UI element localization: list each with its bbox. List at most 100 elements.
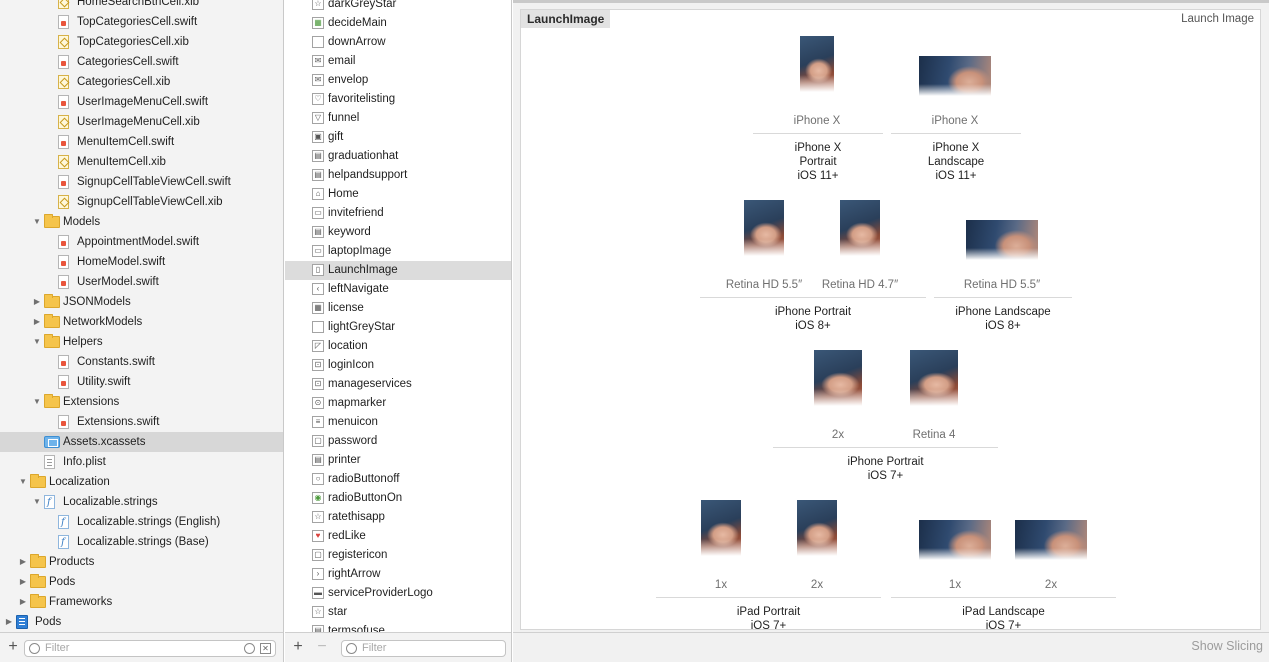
navigator-item-products[interactable]: ▶ Products <box>0 552 283 572</box>
disclosure-expanded-icon[interactable]: ▼ <box>32 212 42 232</box>
launch-image-well[interactable] <box>919 56 991 96</box>
group-title-line: iOS 7+ <box>750 620 787 630</box>
disclosure-expanded-icon[interactable]: ▼ <box>32 392 42 412</box>
navigator-item-pods[interactable]: ▶ Pods <box>0 612 283 632</box>
navigator-item-userimagemenucell-swift[interactable]: UserImageMenuCell.swift <box>0 92 283 112</box>
launch-image-well[interactable] <box>800 36 834 92</box>
navigator-item-helpers[interactable]: ▼ Helpers <box>0 332 283 352</box>
asset-item-decidemain[interactable]: ▦ decideMain <box>285 14 511 33</box>
show-slicing-button[interactable]: Show Slicing <box>1191 639 1263 653</box>
asset-item-loginicon[interactable]: ⊡ loginIcon <box>285 356 511 375</box>
navigator-item-homesearchbtncell-xib[interactable]: HomeSearchBtnCell.xib <box>0 0 283 12</box>
asset-item-helpandsupport[interactable]: ▤ helpandsupport <box>285 166 511 185</box>
asset-item-location[interactable]: ◸ location <box>285 337 511 356</box>
asset-item-funnel[interactable]: ▽ funnel <box>285 109 511 128</box>
navigator-item-localization[interactable]: ▼ Localization <box>0 472 283 492</box>
disclosure-expanded-icon[interactable]: ▼ <box>18 472 28 492</box>
asset-item-darkgreystar[interactable]: ☆ darkGreyStar <box>285 0 511 14</box>
asset-item-rightarrow[interactable]: › rightArrow <box>285 565 511 584</box>
asset-item-star[interactable]: ☆ star <box>285 603 511 622</box>
navigator-item-localizable-strings-base[interactable]: Localizable.strings (Base) <box>0 532 283 553</box>
disclosure-collapsed-icon[interactable]: ▶ <box>4 612 14 632</box>
navigator-item-signupcelltableviewcell-xib[interactable]: SignupCellTableViewCell.xib <box>0 192 283 212</box>
asset-item-keyword[interactable]: ▤ keyword <box>285 223 511 242</box>
launch-image-well[interactable] <box>744 200 784 256</box>
asset-item-manageservices[interactable]: ⊡ manageservices <box>285 375 511 394</box>
recent-files-clock-icon[interactable] <box>244 643 255 654</box>
folder-icon <box>30 574 46 588</box>
navigator-item-topcategoriescell-swift[interactable]: TopCategoriesCell.swift <box>0 12 283 32</box>
navigator-item-assets-xcassets[interactable]: Assets.xcassets <box>0 432 283 452</box>
navigator-item-topcategoriescell-xib[interactable]: TopCategoriesCell.xib <box>0 32 283 52</box>
disclosure-collapsed-icon[interactable]: ▶ <box>18 552 28 572</box>
asset-item-mapmarker[interactable]: ⊙ mapmarker <box>285 394 511 413</box>
remove-asset-button[interactable]: − <box>315 639 329 655</box>
asset-item-radiobuttonoff[interactable]: ○ radioButtonoff <box>285 470 511 489</box>
navigator-item-localizable-strings-english[interactable]: Localizable.strings (English) <box>0 512 283 533</box>
navigator-item-jsonmodels[interactable]: ▶ JSONModels <box>0 292 283 312</box>
navigator-item-frameworks[interactable]: ▶ Frameworks <box>0 592 283 612</box>
launch-image-well[interactable] <box>919 520 991 560</box>
navigator-item-usermodel-swift[interactable]: UserModel.swift <box>0 272 283 292</box>
asset-item-email[interactable]: ✉ email <box>285 52 511 71</box>
launch-image-well[interactable] <box>814 350 862 406</box>
disclosure-expanded-icon[interactable]: ▼ <box>32 332 42 352</box>
launch-image-well[interactable] <box>966 220 1038 260</box>
asset-item-redlike[interactable]: ♥ redLike <box>285 527 511 546</box>
launch-image-well[interactable] <box>797 500 837 556</box>
asset-item-envelop[interactable]: ✉ envelop <box>285 71 511 90</box>
group-title: iPhone Portrait iOS 8+ <box>703 305 923 333</box>
asset-item-graduationhat[interactable]: ▤ graduationhat <box>285 147 511 166</box>
launch-image-well[interactable] <box>910 350 958 406</box>
navigator-filter-field[interactable]: Filter ✕ <box>24 640 276 657</box>
launch-image-well[interactable] <box>1015 520 1087 560</box>
navigator-item-homemodel-swift[interactable]: HomeModel.swift <box>0 252 283 272</box>
asset-item-registericon[interactable]: ▢ registericon <box>285 546 511 565</box>
launch-image-well[interactable] <box>701 500 741 556</box>
navigator-item-localizable-strings[interactable]: ▼ Localizable.strings <box>0 492 283 513</box>
asset-item-serviceproviderlogo[interactable]: ▬ serviceProviderLogo <box>285 584 511 603</box>
asset-item-gift[interactable]: ▣ gift <box>285 128 511 147</box>
navigator-item-signupcelltableviewcell-swift[interactable]: SignupCellTableViewCell.swift <box>0 172 283 192</box>
asset-item-lightgreystar[interactable]: lightGreyStar <box>285 318 511 337</box>
asset-item-launchimage[interactable]: ▯ LaunchImage <box>285 261 511 280</box>
asset-item-favoritelisting[interactable]: ♡ favoritelisting <box>285 90 511 109</box>
asset-filter-field[interactable]: Filter <box>341 640 506 657</box>
disclosure-collapsed-icon[interactable]: ▶ <box>18 572 28 592</box>
disclosure-collapsed-icon[interactable]: ▶ <box>32 312 42 332</box>
disclosure-expanded-icon[interactable]: ▼ <box>32 492 42 512</box>
navigator-item-models[interactable]: ▼ Models <box>0 212 283 232</box>
asset-item-leftnavigate[interactable]: ‹ leftNavigate <box>285 280 511 299</box>
launch-image-well[interactable] <box>840 200 880 256</box>
asset-item-menuicon[interactable]: ≡ menuicon <box>285 413 511 432</box>
asset-item-downarrow[interactable]: downArrow <box>285 33 511 52</box>
navigator-item-networkmodels[interactable]: ▶ NetworkModels <box>0 312 283 332</box>
navigator-item-menuitemcell-swift[interactable]: MenuItemCell.swift <box>0 132 283 152</box>
navigator-item-extensions-swift[interactable]: Extensions.swift <box>0 412 283 432</box>
navigator-item-appointmentmodel-swift[interactable]: AppointmentModel.swift <box>0 232 283 252</box>
asset-item-invitefriend[interactable]: ▭ invitefriend <box>285 204 511 223</box>
navigator-item-userimagemenucell-xib[interactable]: UserImageMenuCell.xib <box>0 112 283 132</box>
navigator-item-pods[interactable]: ▶ Pods <box>0 572 283 592</box>
asset-item-ratethisapp[interactable]: ☆ ratethisapp <box>285 508 511 527</box>
add-asset-button[interactable]: + <box>291 639 305 655</box>
disclosure-collapsed-icon[interactable]: ▶ <box>32 292 42 312</box>
asset-item-password[interactable]: ▢ password <box>285 432 511 451</box>
asset-item-license[interactable]: ▦ license <box>285 299 511 318</box>
navigator-item-categoriescell-swift[interactable]: CategoriesCell.swift <box>0 52 283 72</box>
asset-item-laptopimage[interactable]: ▭ laptopImage <box>285 242 511 261</box>
navigator-item-utility-swift[interactable]: Utility.swift <box>0 372 283 392</box>
navigator-item-constants-swift[interactable]: Constants.swift <box>0 352 283 372</box>
navigator-item-label: TopCategoriesCell.xib <box>77 36 189 48</box>
asset-item-home[interactable]: ⌂ Home <box>285 185 511 204</box>
scm-status-filter-icon[interactable]: ✕ <box>260 643 271 654</box>
navigator-item-categoriescell-xib[interactable]: CategoriesCell.xib <box>0 72 283 92</box>
image-set-name[interactable]: LaunchImage <box>521 10 611 28</box>
navigator-item-extensions[interactable]: ▼ Extensions <box>0 392 283 412</box>
add-file-button[interactable]: + <box>6 639 20 655</box>
asset-item-printer[interactable]: ▤ printer <box>285 451 511 470</box>
navigator-item-menuitemcell-xib[interactable]: MenuItemCell.xib <box>0 152 283 172</box>
navigator-item-info-plist[interactable]: Info.plist <box>0 452 283 472</box>
disclosure-collapsed-icon[interactable]: ▶ <box>18 592 28 612</box>
asset-item-radiobuttonon[interactable]: ◉ radioButtonOn <box>285 489 511 508</box>
